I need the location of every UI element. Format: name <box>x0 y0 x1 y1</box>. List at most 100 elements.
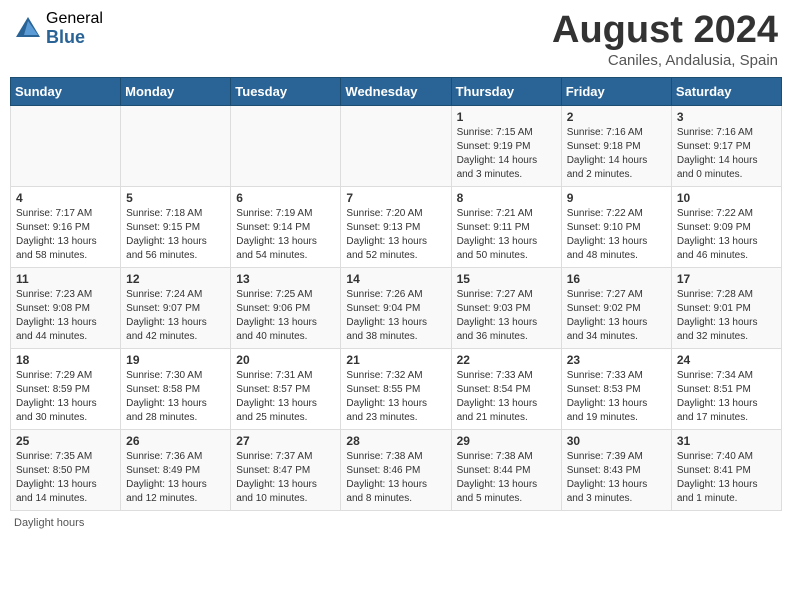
calendar-cell: 4 Sunrise: 7:17 AM Sunset: 9:16 PM Daylig… <box>11 186 121 267</box>
day-info: Sunrise: 7:16 AM Sunset: 9:17 PM Dayligh… <box>677 126 776 182</box>
day-number: 14 <box>346 272 445 286</box>
day-info: Sunrise: 7:27 AM Sunset: 9:03 PM Dayligh… <box>457 288 556 344</box>
day-number: 22 <box>457 353 556 367</box>
weekday-header: Tuesday <box>231 77 341 105</box>
day-number: 4 <box>16 191 115 205</box>
day-info: Sunrise: 7:29 AM Sunset: 8:59 PM Dayligh… <box>16 369 115 425</box>
calendar-week-row: 1 Sunrise: 7:15 AM Sunset: 9:19 PM Daylig… <box>11 105 782 186</box>
day-info: Sunrise: 7:20 AM Sunset: 9:13 PM Dayligh… <box>346 207 445 263</box>
day-info: Sunrise: 7:34 AM Sunset: 8:51 PM Dayligh… <box>677 369 776 425</box>
day-number: 13 <box>236 272 335 286</box>
calendar-week-row: 4 Sunrise: 7:17 AM Sunset: 9:16 PM Daylig… <box>11 186 782 267</box>
day-info: Sunrise: 7:22 AM Sunset: 9:10 PM Dayligh… <box>567 207 666 263</box>
footer-note: Daylight hours <box>10 517 782 529</box>
calendar-cell <box>11 105 121 186</box>
day-number: 18 <box>16 353 115 367</box>
calendar-cell <box>341 105 451 186</box>
location: Caniles, Andalusia, Spain <box>552 52 778 69</box>
day-number: 26 <box>126 434 225 448</box>
day-info: Sunrise: 7:16 AM Sunset: 9:18 PM Dayligh… <box>567 126 666 182</box>
weekday-header: Wednesday <box>341 77 451 105</box>
calendar-cell: 15 Sunrise: 7:27 AM Sunset: 9:03 PM Dayli… <box>451 267 561 348</box>
calendar-cell: 31 Sunrise: 7:40 AM Sunset: 8:41 PM Dayli… <box>671 429 781 510</box>
calendar-cell: 12 Sunrise: 7:24 AM Sunset: 9:07 PM Dayli… <box>121 267 231 348</box>
calendar-cell: 21Sunrise: 7:32 AM Sunset: 8:55 PM Dayli… <box>341 348 451 429</box>
day-info: Sunrise: 7:37 AM Sunset: 8:47 PM Dayligh… <box>236 450 335 506</box>
calendar-cell: 3 Sunrise: 7:16 AM Sunset: 9:17 PM Daylig… <box>671 105 781 186</box>
calendar-cell: 10 Sunrise: 7:22 AM Sunset: 9:09 PM Dayli… <box>671 186 781 267</box>
day-info: Sunrise: 7:33 AM Sunset: 8:54 PM Dayligh… <box>457 369 556 425</box>
day-number: 8 <box>457 191 556 205</box>
month-title: August 2024 <box>552 10 778 52</box>
day-info: Sunrise: 7:25 AM Sunset: 9:06 PM Dayligh… <box>236 288 335 344</box>
calendar-cell: 25 Sunrise: 7:35 AM Sunset: 8:50 PM Dayli… <box>11 429 121 510</box>
calendar-cell: 22 Sunrise: 7:33 AM Sunset: 8:54 PM Dayli… <box>451 348 561 429</box>
calendar-cell: 16 Sunrise: 7:27 AM Sunset: 9:02 PM Dayli… <box>561 267 671 348</box>
weekday-header: Thursday <box>451 77 561 105</box>
day-number: 28 <box>346 434 445 448</box>
calendar-cell <box>121 105 231 186</box>
day-number: 24 <box>677 353 776 367</box>
day-info: Sunrise: 7:38 AM Sunset: 8:46 PM Dayligh… <box>346 450 445 506</box>
day-number: 2 <box>567 110 666 124</box>
logo-icon <box>14 15 42 43</box>
day-info: Sunrise: 7:17 AM Sunset: 9:16 PM Dayligh… <box>16 207 115 263</box>
day-number: 1 <box>457 110 556 124</box>
day-info: Sunrise: 7:35 AM Sunset: 8:50 PM Dayligh… <box>16 450 115 506</box>
day-info: Sunrise: 7:18 AM Sunset: 9:15 PM Dayligh… <box>126 207 225 263</box>
calendar-cell: 2 Sunrise: 7:16 AM Sunset: 9:18 PM Daylig… <box>561 105 671 186</box>
day-info: Sunrise: 7:24 AM Sunset: 9:07 PM Dayligh… <box>126 288 225 344</box>
weekday-header: Saturday <box>671 77 781 105</box>
day-info: Sunrise: 7:22 AM Sunset: 9:09 PM Dayligh… <box>677 207 776 263</box>
calendar-cell: 30Sunrise: 7:39 AM Sunset: 8:43 PM Dayli… <box>561 429 671 510</box>
calendar-table: SundayMondayTuesdayWednesdayThursdayFrid… <box>10 77 782 511</box>
day-info: Sunrise: 7:26 AM Sunset: 9:04 PM Dayligh… <box>346 288 445 344</box>
day-number: 20 <box>236 353 335 367</box>
calendar-cell: 7 Sunrise: 7:20 AM Sunset: 9:13 PM Daylig… <box>341 186 451 267</box>
day-number: 11 <box>16 272 115 286</box>
logo-text: General Blue <box>46 10 103 47</box>
day-number: 31 <box>677 434 776 448</box>
calendar-cell: 24 Sunrise: 7:34 AM Sunset: 8:51 PM Dayli… <box>671 348 781 429</box>
day-number: 25 <box>16 434 115 448</box>
day-info: Sunrise: 7:21 AM Sunset: 9:11 PM Dayligh… <box>457 207 556 263</box>
calendar-cell: 27 Sunrise: 7:37 AM Sunset: 8:47 PM Dayli… <box>231 429 341 510</box>
day-number: 5 <box>126 191 225 205</box>
day-number: 21 <box>346 353 445 367</box>
logo-blue: Blue <box>46 28 103 48</box>
calendar-week-row: 25 Sunrise: 7:35 AM Sunset: 8:50 PM Dayli… <box>11 429 782 510</box>
calendar-cell: 29Sunrise: 7:38 AM Sunset: 8:44 PM Dayli… <box>451 429 561 510</box>
day-number: 27 <box>236 434 335 448</box>
calendar-cell: 11Sunrise: 7:23 AM Sunset: 9:08 PM Dayli… <box>11 267 121 348</box>
day-info: Sunrise: 7:15 AM Sunset: 9:19 PM Dayligh… <box>457 126 556 182</box>
day-number: 12 <box>126 272 225 286</box>
calendar-cell <box>231 105 341 186</box>
calendar-cell: 17 Sunrise: 7:28 AM Sunset: 9:01 PM Dayli… <box>671 267 781 348</box>
day-number: 17 <box>677 272 776 286</box>
calendar-cell: 1 Sunrise: 7:15 AM Sunset: 9:19 PM Daylig… <box>451 105 561 186</box>
calendar-header-row: SundayMondayTuesdayWednesdayThursdayFrid… <box>11 77 782 105</box>
calendar-cell: 9 Sunrise: 7:22 AM Sunset: 9:10 PM Daylig… <box>561 186 671 267</box>
day-number: 15 <box>457 272 556 286</box>
calendar-cell: 5 Sunrise: 7:18 AM Sunset: 9:15 PM Daylig… <box>121 186 231 267</box>
day-number: 3 <box>677 110 776 124</box>
day-number: 10 <box>677 191 776 205</box>
day-info: Sunrise: 7:27 AM Sunset: 9:02 PM Dayligh… <box>567 288 666 344</box>
calendar-week-row: 11Sunrise: 7:23 AM Sunset: 9:08 PM Dayli… <box>11 267 782 348</box>
weekday-header: Sunday <box>11 77 121 105</box>
day-info: Sunrise: 7:30 AM Sunset: 8:58 PM Dayligh… <box>126 369 225 425</box>
day-number: 7 <box>346 191 445 205</box>
day-info: Sunrise: 7:40 AM Sunset: 8:41 PM Dayligh… <box>677 450 776 506</box>
weekday-header: Friday <box>561 77 671 105</box>
day-info: Sunrise: 7:31 AM Sunset: 8:57 PM Dayligh… <box>236 369 335 425</box>
day-info: Sunrise: 7:36 AM Sunset: 8:49 PM Dayligh… <box>126 450 225 506</box>
day-number: 9 <box>567 191 666 205</box>
calendar-cell: 23Sunrise: 7:33 AM Sunset: 8:53 PM Dayli… <box>561 348 671 429</box>
logo-general: General <box>46 10 103 28</box>
day-number: 6 <box>236 191 335 205</box>
day-info: Sunrise: 7:28 AM Sunset: 9:01 PM Dayligh… <box>677 288 776 344</box>
calendar-cell: 14 Sunrise: 7:26 AM Sunset: 9:04 PM Dayli… <box>341 267 451 348</box>
weekday-header: Monday <box>121 77 231 105</box>
day-number: 16 <box>567 272 666 286</box>
day-number: 29 <box>457 434 556 448</box>
